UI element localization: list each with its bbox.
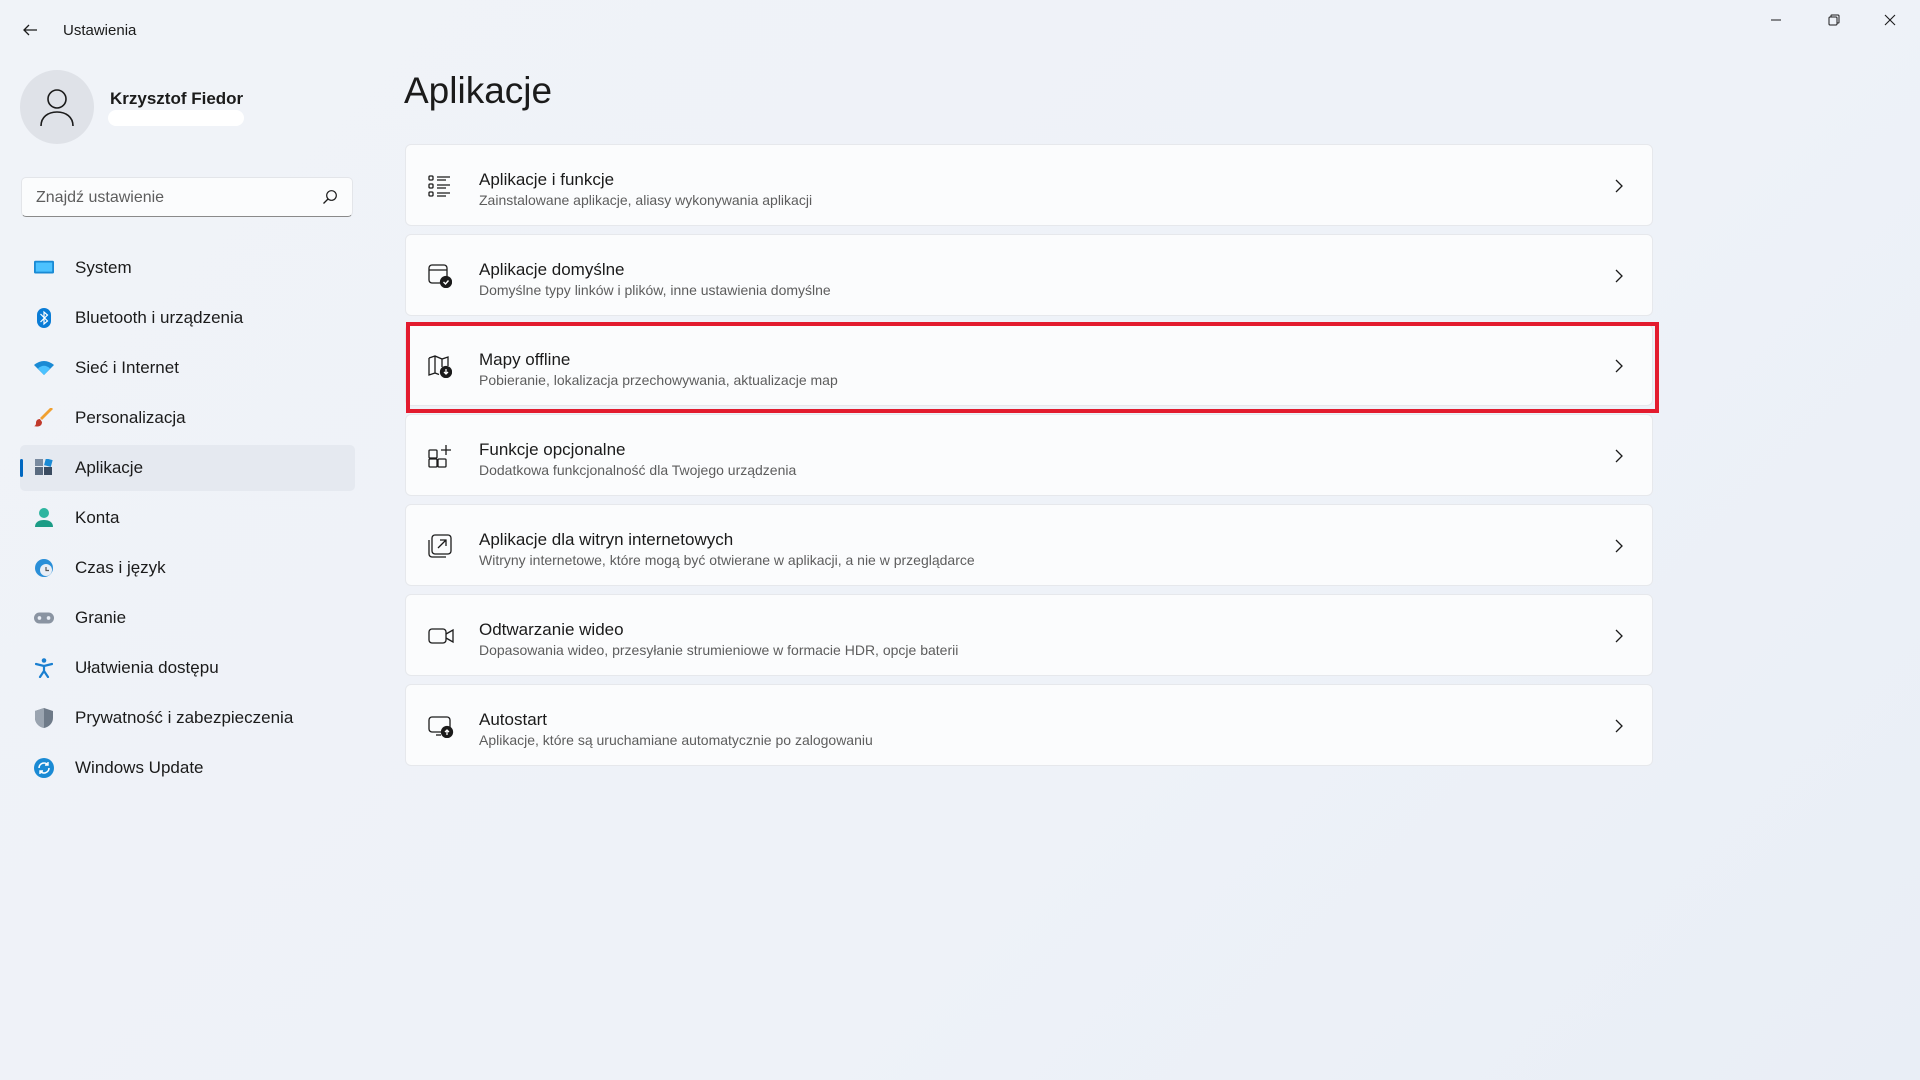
card-title: Aplikacje domyślne (479, 260, 625, 279)
minimize-icon (1771, 19, 1781, 21)
card-title: Aplikacje i funkcje (479, 170, 615, 189)
sidebar-item-system[interactable]: System (20, 245, 355, 291)
card-title: Autostart (479, 710, 548, 729)
accessibility-icon (34, 658, 54, 678)
card-subtitle: Zainstalowane aplikacje, aliasy wykonywa… (479, 192, 813, 208)
user-email-redacted (108, 110, 244, 126)
sidebar-item-apps[interactable]: Aplikacje (20, 445, 355, 491)
chevron-right-icon (1614, 268, 1624, 289)
card-subtitle: Dodatkowa funkcjonalność dla Twojego urz… (479, 462, 797, 478)
sidebar-item-label: Windows Update (75, 758, 204, 777)
restore-icon (1828, 14, 1840, 26)
card-title: Mapy offline (479, 350, 571, 369)
chevron-right-icon (1614, 718, 1624, 739)
card-optional-features[interactable]: Funkcje opcjonalne Dodatkowa funkcjonaln… (405, 414, 1653, 496)
sidebar-item-label: Bluetooth i urządzenia (75, 308, 244, 327)
card-default-apps[interactable]: Aplikacje domyślne Domyślne typy linków … (405, 234, 1653, 316)
user-name: Krzysztof Fiedor (110, 89, 244, 108)
list-icon (428, 174, 452, 198)
card-subtitle: Dopasowania wideo, przesyłanie strumieni… (479, 642, 959, 658)
person-icon (34, 508, 54, 528)
sidebar-item-label: Sieć i Internet (75, 358, 179, 377)
apps-icon (34, 458, 54, 478)
sidebar-nav: System Bluetooth i urządzenia Sieć i Int… (20, 245, 355, 795)
user-icon (40, 89, 74, 127)
app-title: Ustawienia (63, 22, 137, 39)
card-title: Aplikacje dla witryn internetowych (479, 530, 734, 549)
sidebar-item-time-language[interactable]: Czas i język (20, 545, 355, 591)
restore-button[interactable] (1806, 0, 1862, 40)
page-title: Aplikacje (404, 70, 553, 111)
optional-features-icon (428, 444, 452, 468)
update-icon (34, 758, 54, 778)
chevron-right-icon (1614, 358, 1624, 379)
sidebar-item-label: Personalizacja (75, 408, 186, 427)
search-box[interactable] (21, 177, 353, 218)
card-subtitle: Witryny internetowe, które mogą być otwi… (479, 552, 975, 568)
card-startup[interactable]: Autostart Aplikacje, które są uruchamian… (405, 684, 1653, 766)
sidebar-item-bluetooth[interactable]: Bluetooth i urządzenia (20, 295, 355, 341)
sidebar-item-label: Prywatność i zabezpieczenia (75, 708, 294, 727)
gamepad-icon (34, 608, 54, 628)
sidebar-item-label: Czas i język (75, 558, 166, 577)
card-title: Odtwarzanie wideo (479, 620, 624, 639)
chevron-right-icon (1614, 178, 1624, 199)
close-button[interactable] (1862, 0, 1918, 40)
sidebar-item-gaming[interactable]: Granie (20, 595, 355, 641)
search-icon[interactable] (322, 189, 338, 210)
sidebar-item-network[interactable]: Sieć i Internet (20, 345, 355, 391)
monitor-icon (34, 258, 54, 278)
minimize-button[interactable] (1748, 0, 1804, 40)
back-button[interactable] (14, 14, 46, 46)
bluetooth-icon (34, 308, 54, 328)
sidebar-item-label: System (75, 258, 132, 277)
card-offline-maps[interactable]: Mapy offline Pobieranie, lokalizacja prz… (405, 324, 1653, 406)
avatar[interactable] (20, 70, 94, 144)
globe-clock-icon (34, 558, 54, 578)
wifi-icon (34, 358, 54, 378)
sidebar-item-accessibility[interactable]: Ułatwienia dostępu (20, 645, 355, 691)
selection-indicator (20, 459, 23, 477)
sidebar-item-privacy[interactable]: Prywatność i zabezpieczenia (20, 695, 355, 741)
card-title: Funkcje opcjonalne (479, 440, 626, 459)
sidebar-item-label: Konta (75, 508, 120, 527)
chevron-right-icon (1614, 448, 1624, 469)
back-arrow-icon (23, 24, 37, 36)
sidebar-item-accounts[interactable]: Konta (20, 495, 355, 541)
settings-cards: Aplikacje i funkcje Zainstalowane aplika… (405, 144, 1653, 774)
close-icon (1884, 14, 1896, 26)
chevron-right-icon (1614, 538, 1624, 559)
sidebar-item-personalization[interactable]: Personalizacja (20, 395, 355, 441)
sidebar-item-label: Ułatwienia dostępu (75, 658, 219, 677)
brush-icon (34, 408, 54, 428)
search-input[interactable] (34, 178, 318, 218)
open-in-app-icon (428, 534, 452, 558)
default-apps-icon (428, 264, 453, 289)
sidebar-item-label: Aplikacje (75, 458, 144, 477)
startup-icon (428, 714, 454, 739)
offline-map-icon (428, 354, 453, 379)
title-bar: Ustawienia (0, 0, 1920, 60)
sidebar-item-windows-update[interactable]: Windows Update (20, 745, 355, 791)
card-subtitle: Pobieranie, lokalizacja przechowywania, … (479, 372, 838, 388)
sidebar-item-label: Granie (75, 608, 127, 627)
card-apps-for-websites[interactable]: Aplikacje dla witryn internetowych Witry… (405, 504, 1653, 586)
card-apps-features[interactable]: Aplikacje i funkcje Zainstalowane aplika… (405, 144, 1653, 226)
card-subtitle: Domyślne typy linków i plików, inne usta… (479, 282, 831, 298)
card-subtitle: Aplikacje, które są uruchamiane automaty… (479, 732, 873, 748)
card-video-playback[interactable]: Odtwarzanie wideo Dopasowania wideo, prz… (405, 594, 1653, 676)
shield-icon (34, 708, 54, 728)
chevron-right-icon (1614, 628, 1624, 649)
video-icon (428, 624, 454, 648)
